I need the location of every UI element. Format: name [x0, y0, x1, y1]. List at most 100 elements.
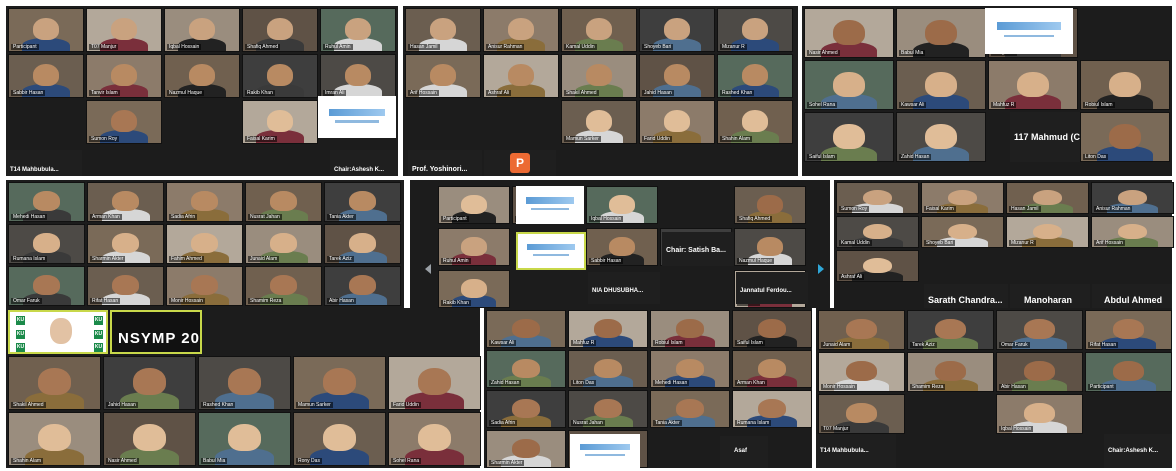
participant-video-tile[interactable]: Shafiq Ahmed [242, 8, 318, 52]
participant-video-tile[interactable]: Nusrat Jahan [245, 182, 322, 222]
participant-video-tile[interactable]: Robiul Islam [650, 310, 730, 348]
participant-video-tile[interactable]: Sumon Roy [836, 182, 919, 214]
participant-video-tile[interactable]: Shahin Alam [717, 100, 793, 144]
participant-video-tile[interactable]: Participant [1085, 352, 1172, 392]
participant-video-tile[interactable]: Babul Mia [198, 412, 291, 466]
participant-video-tile[interactable]: Saiful Islam [732, 310, 812, 348]
participant-video-tile[interactable]: Babul Mia [896, 8, 986, 58]
participant-video-tile[interactable]: Nazmul Haque [164, 54, 240, 98]
participant-video-tile[interactable]: Farid Uddin [639, 100, 715, 144]
name-card-mahbubul-bottom[interactable]: T14 Mahbubula... [816, 434, 896, 468]
name-card-mahbubul-top[interactable]: T14 Mahbubula... [6, 150, 82, 176]
participant-video-tile[interactable]: Mehedi Hasan [8, 182, 85, 222]
participant-video-tile[interactable]: Kawsar Ali [896, 60, 986, 110]
participant-video-tile[interactable]: Rumana Islam [8, 224, 85, 264]
participant-video-tile[interactable]: Rashed Khan [717, 54, 793, 98]
participant-video-tile[interactable]: Participant [8, 8, 84, 52]
name-card-chair-ashesh-bottom[interactable]: Chair:Ashesh K... [1104, 434, 1172, 468]
participant-video-tile[interactable]: Jahid Hasan [639, 54, 715, 98]
participant-video-tile[interactable]: Shakil Ahmed [8, 356, 101, 410]
participant-video-tile[interactable]: Arman Khan [732, 350, 812, 388]
gallery-prev-page-icon[interactable] [425, 264, 431, 274]
gallery-next-page-icon[interactable] [818, 264, 824, 274]
participant-video-tile[interactable]: Saiful Islam [804, 112, 894, 162]
participant-video-tile[interactable]: Tarek Aziz [324, 224, 401, 264]
participant-video-tile[interactable]: Sabbir Hasan [586, 228, 658, 266]
logo-tile-middle-center-1[interactable] [516, 186, 584, 224]
participant-video-tile[interactable]: Fahim Ahmed [166, 224, 243, 264]
participant-video-tile[interactable]: Rashed Khan [198, 356, 291, 410]
nsymp-screen-tile[interactable]: NSYMP 20 [110, 310, 202, 354]
participant-video-tile[interactable]: Tania Akter [324, 182, 401, 222]
participant-video-tile[interactable]: Tarek Aziz [907, 310, 994, 350]
name-card-manoharan[interactable]: Manoharan [1010, 284, 1090, 308]
participant-video-tile[interactable]: Kamal Uddin [561, 8, 637, 52]
participant-video-tile[interactable]: Zahid Hasan [896, 112, 986, 162]
participant-video-tile[interactable]: Anisur Rahman [483, 8, 559, 52]
participant-video-tile[interactable]: Rakib Khan [438, 270, 510, 308]
participant-video-tile[interactable]: Arif Hossain [405, 54, 481, 98]
participant-video-tile[interactable]: Mehedi Hasan [650, 350, 730, 388]
participant-video-tile[interactable]: Shoyeb Bari [639, 8, 715, 52]
name-card-nia-dhusubha[interactable]: NIA DHUSUBHA... [588, 272, 660, 304]
participant-video-tile[interactable]: Shamim Reza [907, 352, 994, 392]
logo-tile-top-right[interactable] [985, 8, 1073, 54]
participant-video-tile[interactable]: Rifat Hasan [87, 266, 164, 306]
name-card-chair-ashesh-top[interactable]: Chair:Ashesh K... [330, 150, 398, 176]
participant-video-tile[interactable]: Shafiq Ahmed [734, 186, 806, 224]
name-card-asaf[interactable]: Asaf [720, 436, 768, 468]
participant-video-tile[interactable]: Mamun Sarker [561, 100, 637, 144]
participant-video-tile[interactable]: Junaid Alam [818, 310, 905, 350]
participant-video-tile[interactable]: Monir Hossain [166, 266, 243, 306]
participant-video-tile[interactable]: Anisur Rahman [1091, 182, 1174, 214]
participant-video-tile[interactable]: Jahid Hasan [103, 356, 196, 410]
participant-video-tile[interactable]: Shamim Reza [245, 266, 322, 306]
participant-video-tile[interactable]: Mizanur R [1006, 216, 1089, 248]
participant-video-tile[interactable]: Mahfuz R [988, 60, 1078, 110]
name-card-chair-satish[interactable]: Chair: Satish Ba... [662, 232, 734, 266]
participant-video-tile[interactable]: Iqbal Hossain [996, 394, 1083, 434]
participant-video-tile[interactable]: Tania Akter [650, 390, 730, 428]
participant-video-tile[interactable]: Ashraf Ali [483, 54, 559, 98]
participant-video-tile[interactable]: Iqbal Hossain [586, 186, 658, 224]
participant-video-tile[interactable]: Robiul Islam [1080, 60, 1170, 110]
participant-video-tile[interactable]: Iqbal Hossain [164, 8, 240, 52]
participant-video-tile[interactable]: Junaid Alam [245, 224, 322, 264]
participant-video-tile[interactable]: Mamun Sarker [293, 356, 386, 410]
participant-video-tile[interactable]: Imran Ali [320, 54, 396, 98]
participant-video-tile[interactable]: Rifat Hasan [1085, 310, 1172, 350]
participant-video-tile[interactable]: Tanvir Islam [86, 54, 162, 98]
participant-video-tile[interactable]: Ruhul Amin [320, 8, 396, 52]
participant-video-tile[interactable]: Rumana Islam [732, 390, 812, 428]
participant-video-tile[interactable]: Nasir Ahmed [804, 8, 894, 58]
name-card-jannatul[interactable]: Jannatul Ferdou... [736, 272, 808, 304]
logo-tile-middle-center-2[interactable] [516, 232, 586, 270]
name-card-prof-yoshinori[interactable]: Prof. Yoshinori... [408, 150, 482, 176]
participant-video-tile[interactable]: Liton Das [568, 350, 648, 388]
participant-video-tile[interactable]: T07 Manjur [86, 8, 162, 52]
participant-video-tile[interactable]: Farid Uddin [388, 356, 481, 410]
participant-video-tile[interactable]: Nusrat Jahan [568, 390, 648, 428]
name-card-abdul-ahmed[interactable]: Abdul Ahmed [1092, 284, 1172, 308]
participant-video-tile[interactable]: Nasir Ahmed [103, 412, 196, 466]
participant-video-tile[interactable]: Monir Hossain [818, 352, 905, 392]
participant-video-tile[interactable]: Omar Faruk [996, 310, 1083, 350]
participant-video-tile[interactable]: Abir Hasan [324, 266, 401, 306]
participant-video-tile[interactable]: Abir Hasan [996, 352, 1083, 392]
participant-video-tile[interactable]: Kawsar Ali [486, 310, 566, 348]
name-card-sarath[interactable]: Sarath Chandra... [924, 284, 1008, 308]
participant-video-tile[interactable]: Arif Hossain [1091, 216, 1174, 248]
participant-video-tile[interactable]: Sabbir Hasan [8, 54, 84, 98]
participant-video-tile[interactable]: Zahid Hasan [486, 350, 566, 388]
participant-video-tile[interactable]: Hasan Jamil [1006, 182, 1089, 214]
participant-video-tile[interactable]: Sumon Roy [86, 100, 162, 144]
participant-video-tile[interactable]: Sharmin Akter [87, 224, 164, 264]
participant-video-tile[interactable]: Shoyeb Bari [921, 216, 1004, 248]
participant-video-tile[interactable]: Ruhul Amin [438, 228, 510, 266]
participant-video-tile[interactable]: Rony Das [293, 412, 386, 466]
participant-video-tile[interactable]: Arman Khan [87, 182, 164, 222]
participant-video-tile[interactable]: Nazmul Haque [734, 228, 806, 266]
participant-video-tile[interactable]: T07 Manjur [818, 394, 905, 434]
participant-video-tile[interactable]: Sharmin Akter [486, 430, 566, 468]
participant-video-tile[interactable]: Sadia Afrin [166, 182, 243, 222]
